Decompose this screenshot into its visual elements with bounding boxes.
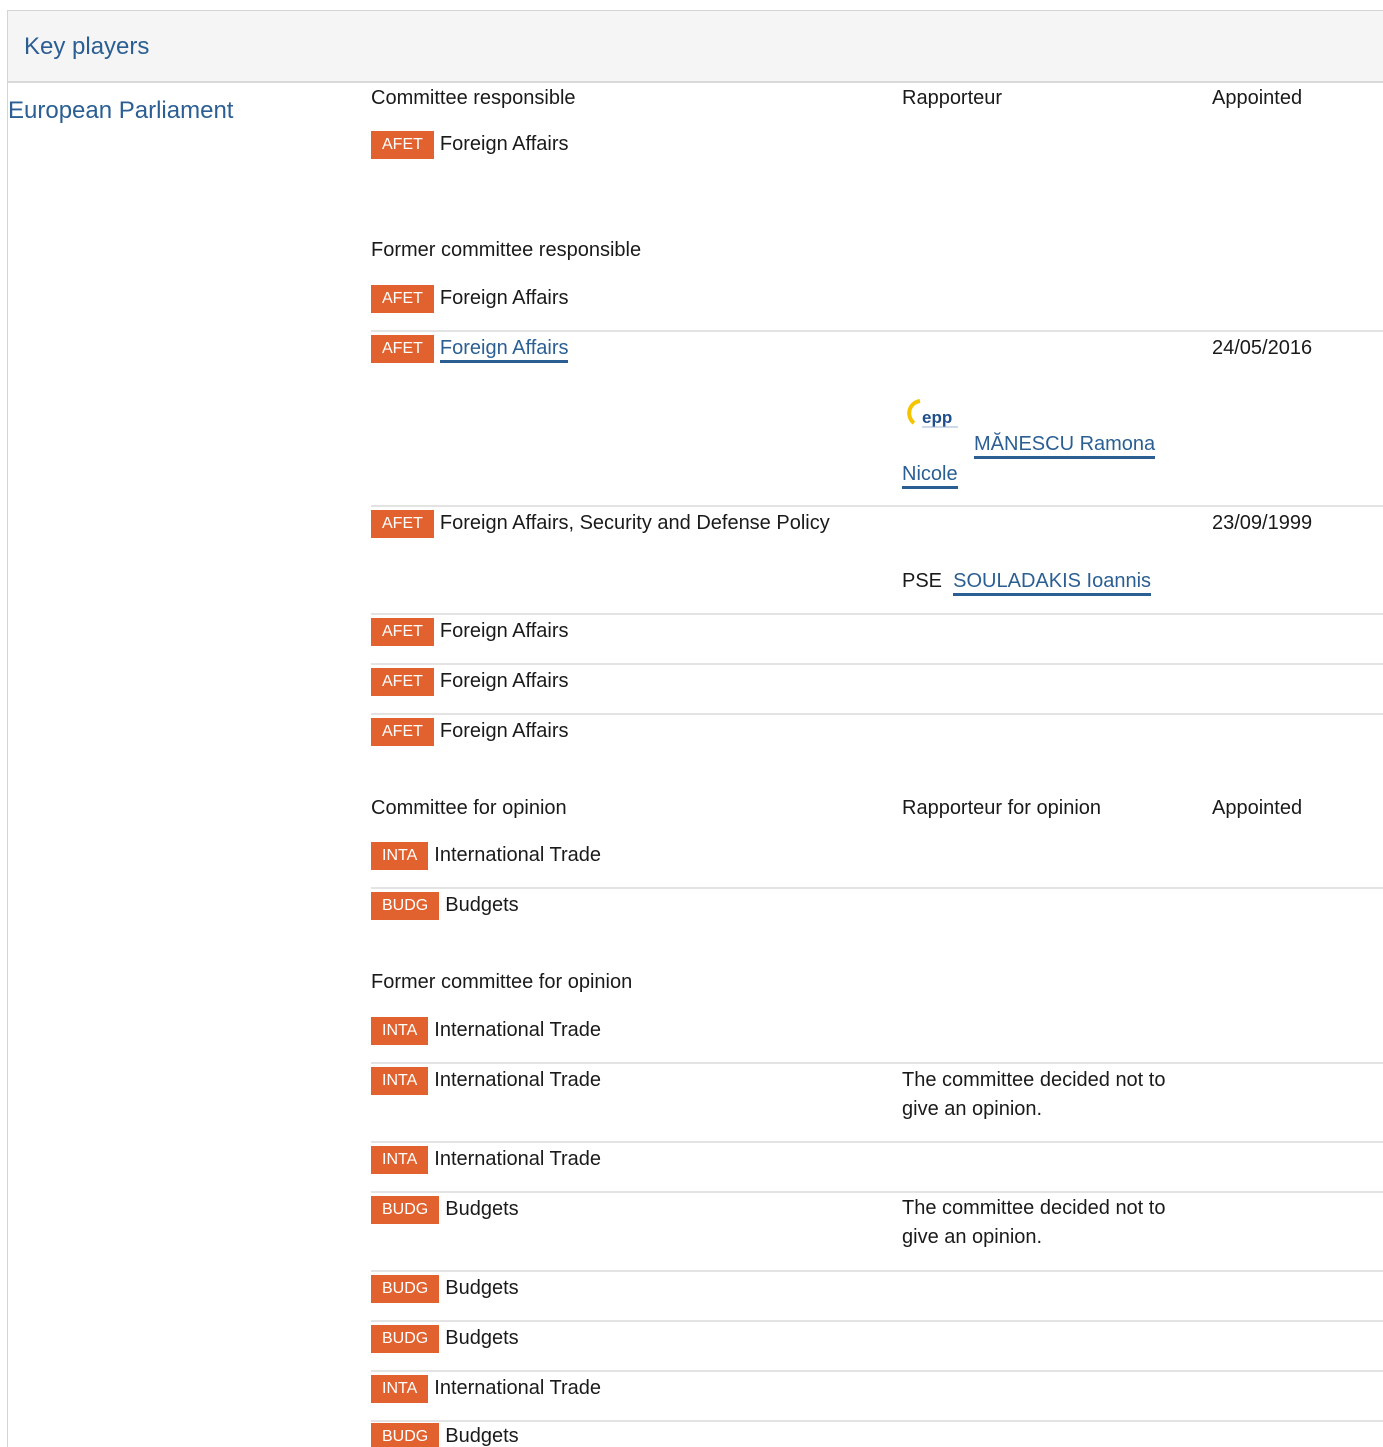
committee-row: BUDG Budgets (371, 1324, 519, 1353)
committee-code-badge: AFET (371, 509, 434, 538)
committee-code-badge: INTA (371, 841, 429, 870)
row-separator (371, 505, 1383, 507)
row-separator (371, 1141, 1383, 1143)
committee-code-badge: INTA (371, 1016, 429, 1045)
committee-code-badge: BUDG (371, 1274, 440, 1303)
rapporteur-link[interactable]: Nicole (902, 463, 958, 489)
committee-link[interactable]: Foreign Affairs (439, 337, 569, 364)
epp-logo-lettering: epp (922, 408, 952, 427)
appointed-date: 23/09/1999 (1212, 512, 1313, 534)
col-header-opinion-appointed: Appointed (1212, 797, 1303, 819)
institution-label: European Parliament (8, 97, 234, 124)
former-opinion-heading: Former committee for opinion (371, 971, 633, 993)
row-separator (371, 887, 1383, 889)
committee-row: AFET Foreign Affairs (371, 617, 568, 646)
committee-name: Budgets (445, 894, 519, 917)
committee-name: Budgets (445, 1327, 519, 1350)
committee-name: Foreign Affairs (439, 620, 569, 643)
panel-header[interactable]: Key players (8, 11, 1383, 83)
row-separator (371, 1062, 1383, 1064)
committee-row: BUDG Budgets (371, 1195, 519, 1224)
committee-name: Foreign Affairs, Security and Defense Po… (439, 512, 830, 535)
row-separator (371, 663, 1383, 665)
committee-code-badge: AFET (371, 617, 434, 646)
no-opinion-note-line1: The committee decided not to (902, 1197, 1166, 1219)
committee-row: AFET Foreign Affairs, Security and Defens… (371, 509, 830, 538)
committee-row: BUDG Budgets (371, 891, 519, 920)
committee-name: Budgets (445, 1425, 519, 1447)
committee-name: Budgets (445, 1198, 519, 1221)
no-opinion-note-line2: give an opinion. (902, 1098, 1043, 1120)
committee-row: BUDG Budgets (371, 1274, 519, 1303)
committee-row: AFET Foreign Affairs (371, 717, 568, 746)
col-header-opinion-rapporteur: Rapporteur for opinion (902, 797, 1102, 819)
committee-name: International Trade (434, 844, 602, 867)
committee-row: AFET Foreign Affairs (371, 130, 568, 159)
committee-code-badge: INTA (371, 1066, 429, 1095)
epp-group-logo: epp (902, 393, 962, 439)
col-header-appointed: Appointed (1212, 87, 1303, 109)
committee-name: International Trade (434, 1377, 602, 1400)
panel-title[interactable]: Key players (24, 33, 149, 61)
committee-row: INTA International Trade (371, 1374, 601, 1403)
appointed-date: 24/05/2016 (1212, 337, 1313, 359)
row-separator (371, 1191, 1383, 1193)
committee-name: International Trade (434, 1148, 602, 1171)
committee-row: INTA International Trade (371, 1016, 601, 1045)
rapporteur-link[interactable]: SOULADAKIS Ioannis (953, 570, 1152, 596)
committee-code-badge: AFET (371, 334, 434, 363)
committee-row: INTA International Trade (371, 1145, 601, 1174)
committee-row: AFET Foreign Affairs (371, 284, 568, 313)
row-separator (371, 330, 1383, 332)
committee-code-badge: AFET (371, 284, 434, 313)
row-separator (371, 713, 1383, 715)
row-separator (371, 1370, 1383, 1372)
rapporteur-entry: PSE SOULADAKIS Ioannis (902, 567, 1152, 596)
committee-code-badge: INTA (371, 1374, 429, 1403)
committee-name: Foreign Affairs (439, 720, 569, 743)
committee-name: Foreign Affairs (439, 287, 569, 310)
col-header-committee: Committee responsible (371, 87, 576, 109)
committee-code-badge: BUDG (371, 891, 440, 920)
committee-code-badge: BUDG (371, 1195, 440, 1224)
committee-code-badge: BUDG (371, 1422, 440, 1447)
committee-row: AFET Foreign Affairs (371, 334, 569, 364)
committee-name: International Trade (434, 1069, 602, 1092)
col-header-rapporteur: Rapporteur (902, 87, 1003, 109)
row-separator (371, 1320, 1383, 1322)
committee-name: International Trade (434, 1019, 602, 1042)
col-header-opinion-committee: Committee for opinion (371, 797, 567, 819)
rapporteur-name-line1: MĂNESCU Ramona (974, 430, 1156, 459)
rapporteur-link[interactable]: MĂNESCU Ramona (974, 433, 1156, 459)
row-separator (371, 1270, 1383, 1272)
committee-code-badge: AFET (371, 667, 434, 696)
committee-code-badge: AFET (371, 130, 434, 159)
committee-name: Foreign Affairs (439, 133, 569, 156)
committee-row: INTA International Trade (371, 841, 601, 870)
row-separator (371, 613, 1383, 615)
no-opinion-note-line1: The committee decided not to (902, 1069, 1166, 1091)
no-opinion-note-line2: give an opinion. (902, 1226, 1043, 1248)
committee-name: Budgets (445, 1277, 519, 1300)
rapporteur-name-line2: Nicole (902, 460, 958, 489)
committees-table: Committee responsible Rapporteur Appoint… (371, 80, 1383, 1447)
committee-row: BUDG Budgets (371, 1422, 519, 1447)
committee-name: Foreign Affairs (439, 670, 569, 693)
committee-code-badge: BUDG (371, 1324, 440, 1353)
row-separator (371, 1420, 1383, 1422)
former-responsible-heading: Former committee responsible (371, 239, 642, 261)
committee-code-badge: INTA (371, 1145, 429, 1174)
committee-row: INTA International Trade (371, 1066, 601, 1095)
political-group: PSE (902, 570, 943, 592)
committee-code-badge: AFET (371, 717, 434, 746)
committee-row: AFET Foreign Affairs (371, 667, 568, 696)
